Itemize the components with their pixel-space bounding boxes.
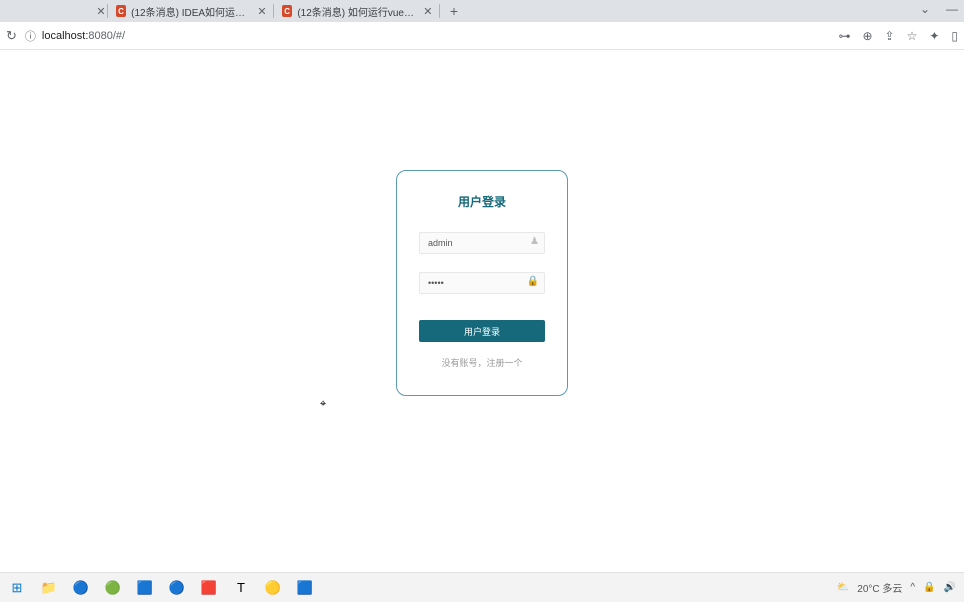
edge-icon[interactable]: 🔵: [168, 579, 186, 597]
chrome-icon[interactable]: 🟢: [104, 579, 122, 597]
chevron-down-icon[interactable]: ⌄: [920, 2, 930, 16]
browser-tab[interactable]: C (12条消息) 如何运行vue项目(超 ✕: [274, 0, 439, 22]
toolbar-icons: ⊶ ⊕ ⇪ ☆ ✦ ▯: [838, 29, 958, 43]
app-icon[interactable]: 🟡: [264, 579, 282, 597]
page-content: 用户登录 ♟ 🔒 用户登录 没有账号，注册一个: [0, 50, 964, 572]
close-icon[interactable]: ✕: [257, 5, 267, 17]
url-path: 8080/#/: [88, 30, 125, 42]
system-tray: ⛅ 20°C 多云 ^ 🔒 🔊: [837, 580, 956, 595]
extensions-icon[interactable]: ✦: [929, 29, 939, 43]
app-icon[interactable]: 🟦: [136, 579, 154, 597]
tray-icon[interactable]: 🔒: [923, 582, 935, 593]
minimize-icon[interactable]: —: [946, 2, 958, 16]
start-icon[interactable]: ⊞: [8, 579, 26, 597]
window-controls: ⌄ —: [920, 2, 958, 16]
reload-icon[interactable]: ↻: [6, 28, 17, 44]
taskbar: ⊞ 📁 🔵 🟢 🟦 🔵 🟥 T 🟡 🟦 ⛅ 20°C 多云 ^ 🔒 🔊: [0, 572, 964, 602]
tray-expand-icon[interactable]: ^: [910, 582, 915, 593]
csdn-icon: C: [116, 5, 126, 17]
user-icon: ♟: [530, 236, 539, 247]
close-icon[interactable]: ✕: [423, 5, 433, 17]
weather-icon[interactable]: ⛅: [837, 582, 849, 593]
browser-icon[interactable]: 🔵: [72, 579, 90, 597]
star-icon[interactable]: ☆: [907, 29, 918, 43]
url-field[interactable]: ⓘ localhost:8080/#/: [25, 28, 831, 44]
idea-icon[interactable]: 🟥: [200, 579, 218, 597]
csdn-icon: C: [282, 5, 292, 17]
tray-icon[interactable]: 🔊: [944, 582, 956, 593]
browser-tab[interactable]: C (12条消息) IDEA如何运行Spring ✕: [108, 0, 273, 22]
login-button[interactable]: 用户登录: [419, 320, 545, 342]
new-tab-button[interactable]: +: [444, 1, 464, 21]
text-icon[interactable]: T: [232, 579, 250, 597]
info-icon: ⓘ: [25, 28, 36, 44]
share-icon[interactable]: ⇪: [885, 29, 895, 43]
url-host: localhost:: [42, 30, 88, 42]
login-card: 用户登录 ♟ 🔒 用户登录 没有账号，注册一个: [396, 170, 568, 396]
explorer-icon[interactable]: 📁: [40, 579, 58, 597]
tab-bar: ✕ C (12条消息) IDEA如何运行Spring ✕ C (12条消息) 如…: [0, 0, 964, 22]
tab-title: (12条消息) IDEA如何运行Spring: [131, 4, 252, 19]
word-icon[interactable]: 🟦: [296, 579, 314, 597]
weather-text[interactable]: 20°C 多云: [857, 580, 902, 595]
address-bar: ↻ ⓘ localhost:8080/#/ ⊶ ⊕ ⇪ ☆ ✦ ▯: [0, 22, 964, 50]
login-title: 用户登录: [419, 193, 545, 210]
username-input[interactable]: [419, 232, 545, 254]
close-icon[interactable]: ✕: [95, 5, 107, 17]
zoom-icon[interactable]: ⊕: [862, 29, 872, 43]
register-link[interactable]: 没有账号，注册一个: [419, 356, 545, 369]
key-icon[interactable]: ⊶: [838, 29, 850, 43]
lock-icon: 🔒: [527, 276, 539, 287]
account-icon[interactable]: ▯: [951, 29, 958, 43]
tab-title: (12条消息) 如何运行vue项目(超: [297, 4, 417, 19]
